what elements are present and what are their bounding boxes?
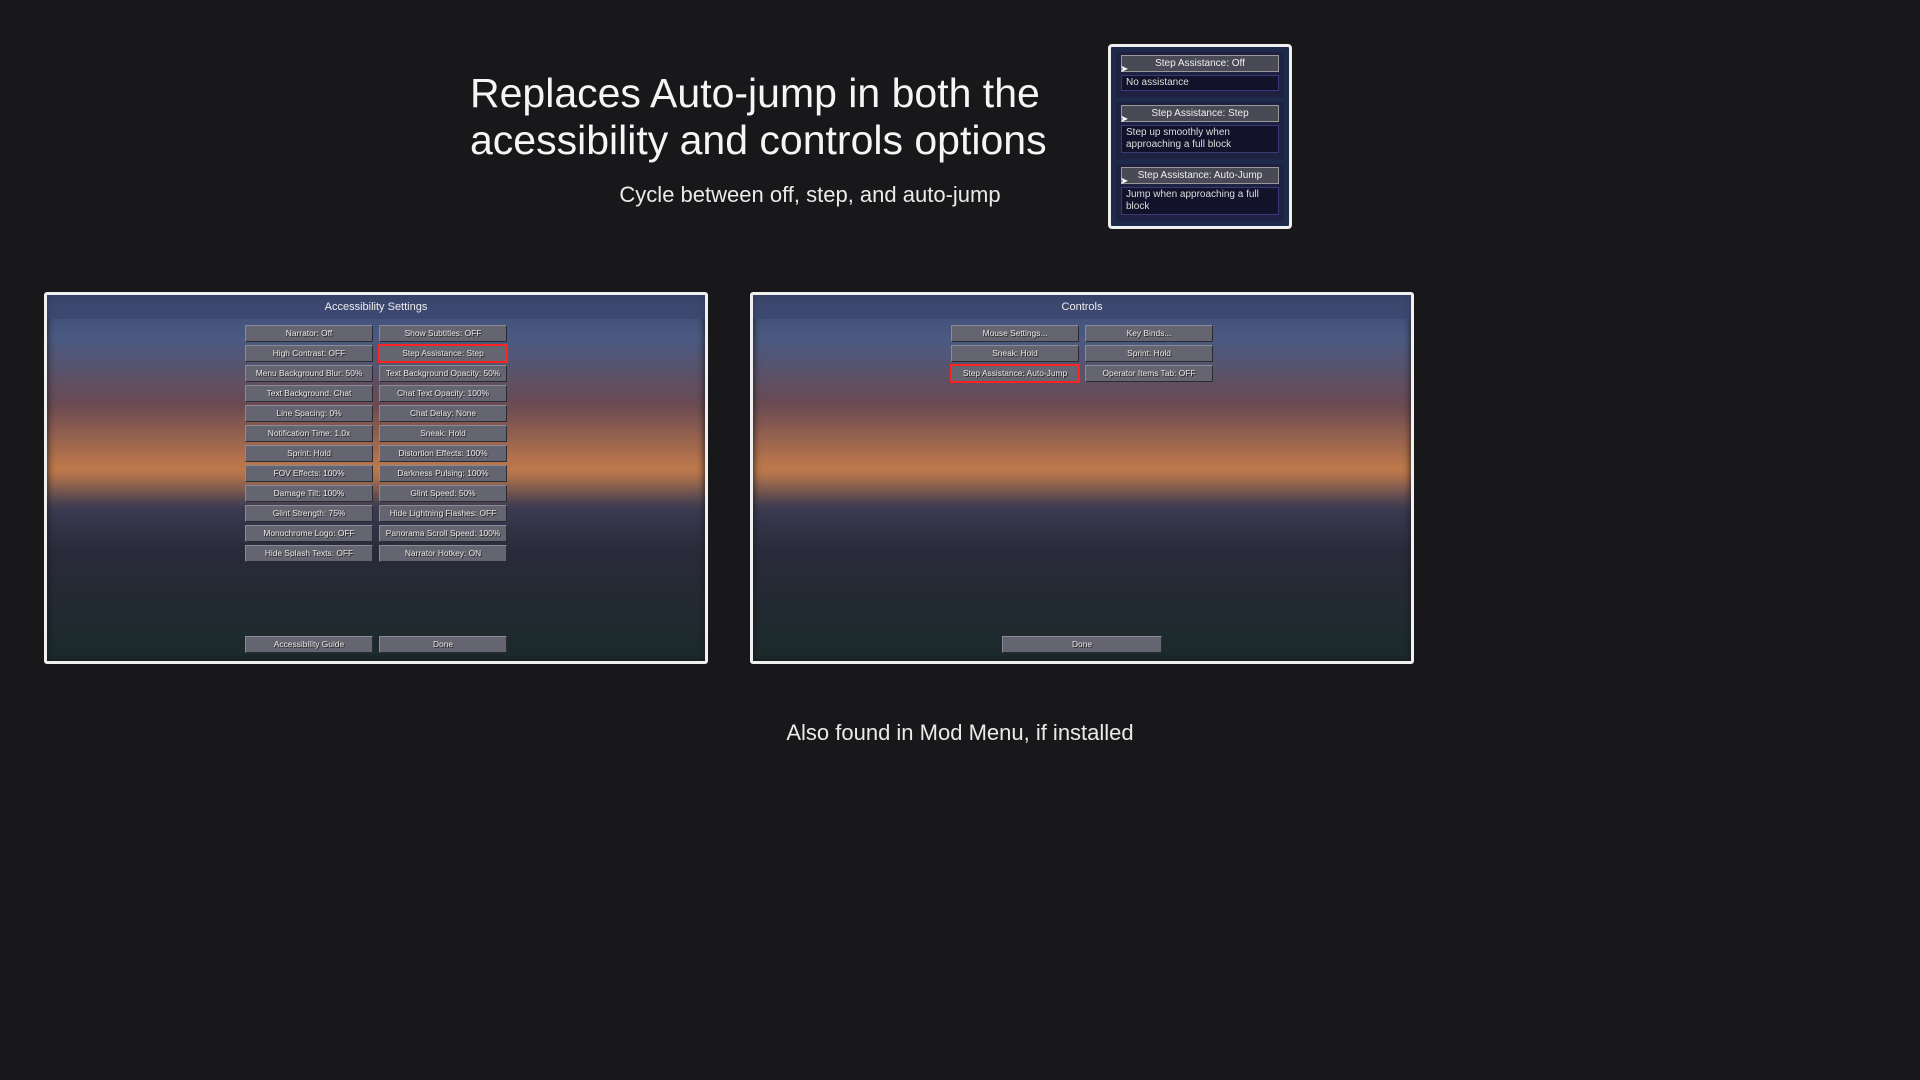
option-button[interactable]: Step Assistance: Step bbox=[379, 345, 507, 362]
option-button[interactable]: FOV Effects: 100% bbox=[245, 465, 373, 482]
option-button[interactable]: Text Background: Chat bbox=[245, 385, 373, 402]
tooltip-description: No assistance bbox=[1121, 75, 1279, 91]
controls-screenshot: Controls Mouse Settings... Sneak: Hold Ste… bbox=[750, 292, 1414, 664]
cursor-icon: ➤ bbox=[1120, 176, 1128, 187]
option-button[interactable]: Glint Strength: 75% bbox=[245, 505, 373, 522]
window-title: Controls bbox=[753, 295, 1411, 319]
option-button[interactable]: Hide Splash Texts: OFF bbox=[245, 545, 373, 562]
done-button[interactable]: Done bbox=[379, 636, 507, 653]
option-button[interactable]: Monochrome Logo: OFF bbox=[245, 525, 373, 542]
step-assistance-button[interactable]: ➤ Step Assistance: Step bbox=[1121, 105, 1279, 122]
option-button[interactable]: Glint Speed: 50% bbox=[379, 485, 507, 502]
option-button[interactable]: Sneak: Hold bbox=[379, 425, 507, 442]
option-button[interactable]: Sprint: Hold bbox=[245, 445, 373, 462]
option-button[interactable]: Notification Time: 1.0x bbox=[245, 425, 373, 442]
option-button[interactable]: Distortion Effects: 100% bbox=[379, 445, 507, 462]
tooltip-item: ➤ Step Assistance: Auto-Jump Jump when a… bbox=[1116, 164, 1284, 221]
option-button[interactable]: Key Binds... bbox=[1085, 325, 1213, 342]
option-button[interactable]: Text Background Opacity: 50% bbox=[379, 365, 507, 382]
tooltip-item: ➤ Step Assistance: Off No assistance bbox=[1116, 52, 1284, 97]
option-button[interactable]: Mouse Settings... bbox=[951, 325, 1079, 342]
option-button[interactable]: Menu Background Blur: 50% bbox=[245, 365, 373, 382]
option-button[interactable]: Darkness Pulsing: 100% bbox=[379, 465, 507, 482]
tooltip-btn-label: Step Assistance: Step bbox=[1151, 108, 1248, 119]
tooltip-btn-label: Step Assistance: Off bbox=[1155, 58, 1245, 69]
footnote: Also found in Mod Menu, if installed bbox=[0, 720, 1920, 746]
option-button[interactable]: High Contrast: OFF bbox=[245, 345, 373, 362]
option-button[interactable]: Line Spacing: 0% bbox=[245, 405, 373, 422]
tooltip-btn-label: Step Assistance: Auto-Jump bbox=[1138, 170, 1263, 181]
cursor-icon: ➤ bbox=[1120, 114, 1128, 125]
option-button[interactable]: Narrator Hotkey: ON bbox=[379, 545, 507, 562]
option-button[interactable]: Step Assistance: Auto-Jump bbox=[951, 365, 1079, 382]
option-button[interactable]: Narrator: Off bbox=[245, 325, 373, 342]
step-assistance-button[interactable]: ➤ Step Assistance: Auto-Jump bbox=[1121, 167, 1279, 184]
tooltip-description: Jump when approaching a full block bbox=[1121, 187, 1279, 215]
step-assistance-button[interactable]: ➤ Step Assistance: Off bbox=[1121, 55, 1279, 72]
tooltip-examples-panel: ➤ Step Assistance: Off No assistance ➤ S… bbox=[1108, 44, 1292, 229]
tooltip-description: Step up smoothly when approaching a full… bbox=[1121, 125, 1279, 153]
page-subheading: Cycle between off, step, and auto-jump bbox=[470, 182, 1150, 208]
accessibility-guide-button[interactable]: Accessibility Guide bbox=[245, 636, 373, 653]
option-button[interactable]: Show Subtitles: OFF bbox=[379, 325, 507, 342]
done-button[interactable]: Done bbox=[1002, 636, 1162, 653]
option-button[interactable]: Sprint: Hold bbox=[1085, 345, 1213, 362]
option-button[interactable]: Damage Tilt: 100% bbox=[245, 485, 373, 502]
option-button[interactable]: Operator Items Tab: OFF bbox=[1085, 365, 1213, 382]
cursor-icon: ➤ bbox=[1120, 64, 1128, 75]
option-button[interactable]: Chat Delay: None bbox=[379, 405, 507, 422]
option-button[interactable]: Panorama Scroll Speed: 100% bbox=[379, 525, 507, 542]
tooltip-item: ➤ Step Assistance: Step Step up smoothly… bbox=[1116, 102, 1284, 159]
option-button[interactable]: Chat Text Opacity: 100% bbox=[379, 385, 507, 402]
window-title: Accessibility Settings bbox=[47, 295, 705, 319]
page-heading: Replaces Auto-jump in both the acessibil… bbox=[470, 70, 1150, 164]
accessibility-settings-screenshot: Accessibility Settings Narrator: Off High… bbox=[44, 292, 708, 664]
option-button[interactable]: Sneak: Hold bbox=[951, 345, 1079, 362]
option-button[interactable]: Hide Lightning Flashes: OFF bbox=[379, 505, 507, 522]
